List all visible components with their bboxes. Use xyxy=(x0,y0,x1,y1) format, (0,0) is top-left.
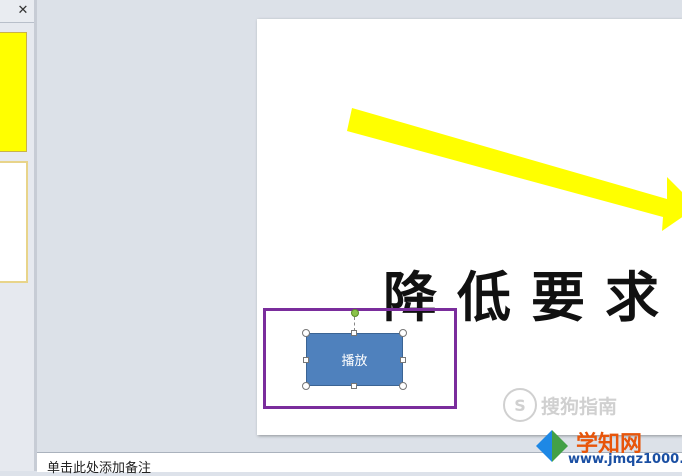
resize-handle-bottom-left[interactable] xyxy=(302,382,310,390)
pane-header: ✕ xyxy=(0,0,34,23)
resize-handle-top-right[interactable] xyxy=(399,329,407,337)
rotate-handle[interactable] xyxy=(351,309,359,317)
slide-canvas[interactable]: 降低要求 播放 xyxy=(257,19,682,435)
close-icon[interactable]: ✕ xyxy=(14,2,32,19)
yellow-arrow xyxy=(347,108,682,231)
play-button-label: 播放 xyxy=(341,354,368,369)
slide-thumbnail-1[interactable] xyxy=(0,32,27,152)
sogou-watermark-text: 搜狗指南 xyxy=(541,395,618,418)
site-logo-url: www.jmqz1000.com xyxy=(568,452,682,467)
sogou-watermark: S 搜狗指南 xyxy=(503,388,617,422)
slide-thumbnails-pane: ✕ xyxy=(0,0,35,471)
resize-handle-top[interactable] xyxy=(351,330,357,336)
resize-handle-left[interactable] xyxy=(303,357,309,363)
slide-thumbnail-2[interactable] xyxy=(0,161,28,283)
sogou-logo-icon: S xyxy=(503,388,537,422)
play-button-shape[interactable]: 播放 xyxy=(306,333,403,386)
notes-placeholder[interactable]: 单击此处添加备注 xyxy=(47,457,151,476)
resize-handle-bottom-right[interactable] xyxy=(399,382,407,390)
site-logo-icon xyxy=(536,430,568,462)
rotate-handle-stem xyxy=(354,317,356,331)
resize-handle-top-left[interactable] xyxy=(302,329,310,337)
resize-handle-right[interactable] xyxy=(400,357,406,363)
resize-handle-bottom[interactable] xyxy=(351,383,357,389)
site-watermark: 学知网 www.jmqz1000.com xyxy=(532,418,682,471)
